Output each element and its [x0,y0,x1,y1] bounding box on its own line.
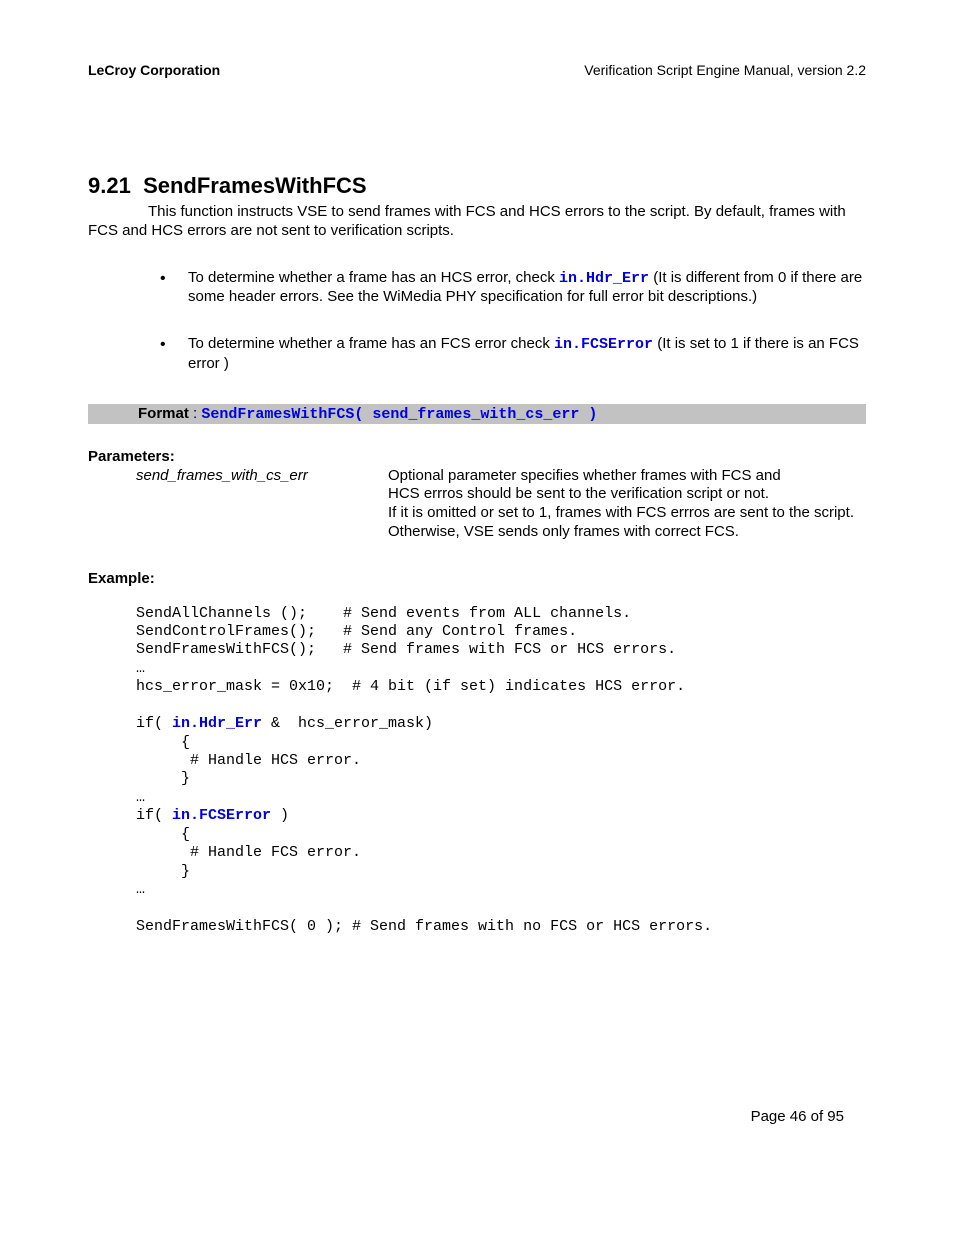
format-code: SendFramesWithFCS( send_frames_with_cs_e… [201,406,597,423]
code-highlight: in.Hdr_Err [172,715,262,732]
param-desc-line: If it is omitted or set to 1, frames wit… [388,504,854,521]
page-content: LeCroy Corporation Verification Script E… [0,0,954,936]
section-heading: 9.21 SendFramesWithFCS [88,173,866,199]
param-desc-line: Optional parameter specifies whether fra… [388,467,781,484]
param-name: send_frames_with_cs_err [88,467,388,484]
code-inline: in.Hdr_Err [559,270,649,287]
format-bar: Format : SendFramesWithFCS( send_frames_… [88,404,866,424]
parameters-heading: Parameters: [88,448,866,465]
bullet-text-pre: To determine whether a frame has an HCS … [188,269,559,286]
param-description: Optional parameter specifies whether fra… [388,467,866,542]
section-title: SendFramesWithFCS [143,173,367,198]
param-desc-line: HCS errros should be sent to the verific… [388,485,769,502]
page-header: LeCroy Corporation Verification Script E… [88,62,866,78]
code-highlight: in.FCSError [172,807,271,824]
code-inline: in.FCSError [554,336,653,353]
bullet-item: To determine whether a frame has an FCS … [168,335,866,374]
bullet-text-pre: To determine whether a frame has an FCS … [188,335,554,352]
section-intro-text: This function instructs VSE to send fram… [88,203,846,239]
section-intro: This function instructs VSE to send fram… [88,203,866,241]
example-heading: Example: [88,570,866,587]
header-company: LeCroy Corporation [88,62,220,78]
header-doc-title: Verification Script Engine Manual, versi… [584,62,866,78]
parameters-row: send_frames_with_cs_err Optional paramet… [88,467,866,542]
page-number: Page 46 of 95 [751,1108,844,1125]
format-label: Format [138,405,189,422]
param-desc-line: Otherwise, VSE sends only frames with co… [388,523,739,540]
format-separator: : [189,405,202,422]
code-block: SendAllChannels (); # Send events from A… [88,605,866,937]
bullet-item: To determine whether a frame has an HCS … [168,269,866,308]
section-number: 9.21 [88,173,131,198]
bullet-list: To determine whether a frame has an HCS … [88,269,866,374]
